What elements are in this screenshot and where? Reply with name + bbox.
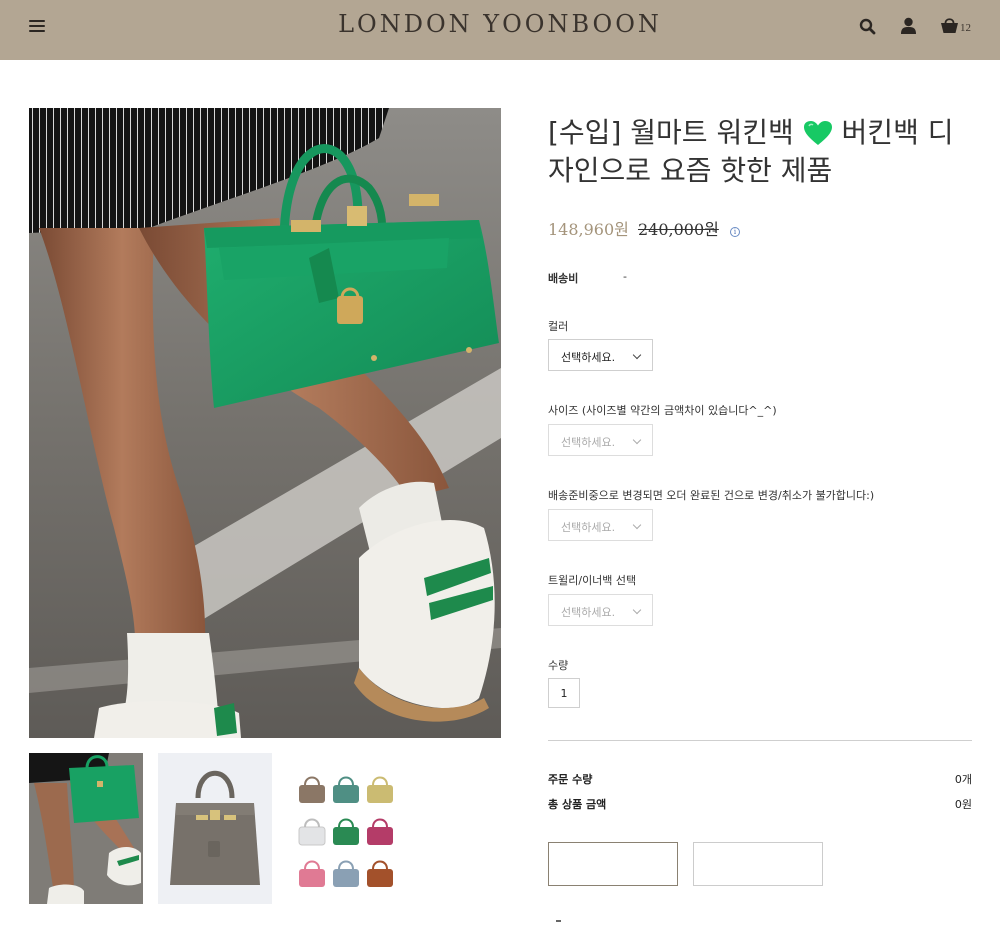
thumbnail-2[interactable] — [158, 753, 272, 904]
product-title-line1: [수입] 월마트 워킨백 — [548, 116, 794, 149]
quantity-label: 수량 — [548, 659, 569, 672]
color-select[interactable]: 선택하세요. — [548, 339, 653, 371]
shipping-fee-label: 배송비 — [548, 272, 579, 285]
divider — [548, 740, 972, 741]
notice-select-value: 선택하세요. — [561, 521, 616, 534]
buy-now-button[interactable] — [548, 842, 678, 886]
add-to-cart-button[interactable] — [693, 842, 823, 886]
shipping-fee-value: - — [623, 270, 627, 283]
divider — [556, 920, 561, 922]
product-title: [수입] 월마트 워킨백 버킨백 디자인으로 요즘 핫한 제품 — [548, 114, 978, 190]
total-price-label: 총 상품 금액 — [548, 798, 607, 811]
chevron-down-icon — [632, 605, 642, 615]
color-select-value: 선택하세요. — [561, 351, 616, 364]
twilly-select[interactable]: 선택하세요. — [548, 594, 653, 626]
quantity-input[interactable]: 1 — [548, 678, 580, 708]
product-title-line2: 버킨백 — [841, 116, 919, 149]
search-icon[interactable] — [859, 18, 876, 35]
size-select-value: 선택하세요. — [561, 436, 616, 449]
cart-icon[interactable] — [940, 16, 959, 34]
site-logo[interactable]: LONDON YOONBOON — [0, 10, 1000, 38]
chevron-down-icon — [632, 350, 642, 360]
option-label-twilly: 트윌리/이너백 선택 — [548, 574, 637, 587]
info-icon[interactable]: i — [729, 227, 740, 237]
site-header: LONDON YOONBOON 12 — [0, 0, 1000, 60]
option-label-size: 사이즈 (사이즈별 약간의 금액차이 있습니다^_^) — [548, 404, 777, 417]
thumbnail-1[interactable] — [29, 753, 143, 904]
twilly-select-value: 선택하세요. — [561, 606, 616, 619]
chevron-down-icon — [632, 520, 642, 530]
original-price: 240,000원 — [637, 220, 719, 239]
sale-price: 148,960원 — [548, 220, 629, 239]
price-row: 148,960원 240,000원 i — [548, 216, 740, 240]
green-heart-icon — [803, 121, 832, 145]
option-label-notice: 배송준비중으로 변경되면 오더 완료된 건으로 변경/취소가 불가합니다:) — [548, 489, 875, 502]
user-icon[interactable] — [900, 17, 917, 35]
total-price-value: 0원 — [954, 798, 972, 811]
order-quantity-label: 주문 수량 — [548, 773, 593, 786]
size-select[interactable]: 선택하세요. — [548, 424, 653, 456]
main-product-image — [29, 108, 501, 738]
order-quantity-value: 0개 — [954, 773, 972, 786]
option-label-color: 컬러 — [548, 320, 569, 333]
cart-count-badge: 12 — [960, 22, 971, 34]
thumbnail-3[interactable] — [287, 753, 401, 904]
notice-select[interactable]: 선택하세요. — [548, 509, 653, 541]
chevron-down-icon — [632, 435, 642, 445]
